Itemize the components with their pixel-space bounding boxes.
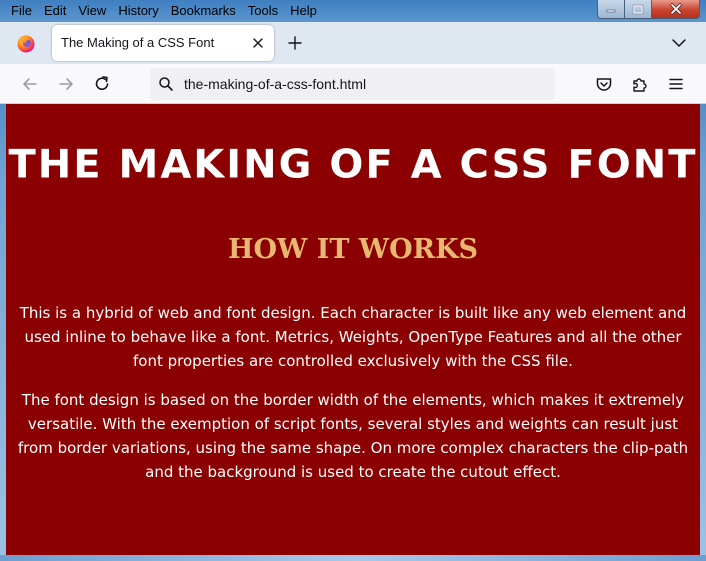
window-close-button[interactable] xyxy=(652,0,700,19)
menu-edit[interactable]: Edit xyxy=(38,0,72,22)
window-controls xyxy=(597,0,700,19)
menu-bookmarks[interactable]: Bookmarks xyxy=(165,0,242,22)
close-icon[interactable] xyxy=(251,36,265,50)
page-content: THE MAKING OF A CSS FONT HOW IT WORKS Th… xyxy=(6,104,700,555)
menu-view[interactable]: View xyxy=(72,0,112,22)
firefox-icon xyxy=(17,35,35,53)
window-bottom-border xyxy=(0,555,706,561)
paragraph-intro: This is a hybrid of web and font design.… xyxy=(19,304,687,370)
menu-help[interactable]: Help xyxy=(284,0,323,22)
tab-title: The Making of a CSS Font xyxy=(61,35,215,50)
section-heading: HOW IT WORKS xyxy=(227,234,479,265)
chevron-down-icon[interactable] xyxy=(671,36,687,50)
menu-history[interactable]: History xyxy=(112,0,164,22)
minimize-icon xyxy=(606,9,616,13)
arrow-right-icon[interactable] xyxy=(56,74,76,94)
navigation-toolbar: the-making-of-a-css-font.html xyxy=(0,64,706,104)
tab-active[interactable]: The Making of a CSS Font xyxy=(52,25,274,61)
puzzle-icon[interactable] xyxy=(630,74,650,94)
arrow-left-icon[interactable] xyxy=(20,74,40,94)
hamburger-icon[interactable] xyxy=(666,74,686,94)
menu-items: File Edit View History Bookmarks Tools H… xyxy=(5,0,323,22)
paragraph-design: The font design is based on the border w… xyxy=(17,391,689,481)
url-text[interactable]: the-making-of-a-css-font.html xyxy=(184,68,366,100)
browser-window: File Edit View History Bookmarks Tools H… xyxy=(0,0,706,561)
search-icon xyxy=(159,77,173,91)
maximize-icon xyxy=(632,4,644,14)
maximize-button[interactable] xyxy=(625,0,652,19)
menu-file[interactable]: File xyxy=(5,0,38,22)
close-icon xyxy=(669,3,682,15)
tab-strip: The Making of a CSS Font xyxy=(0,22,706,64)
reload-icon[interactable] xyxy=(92,74,112,94)
pocket-icon[interactable] xyxy=(594,74,614,94)
page-title: THE MAKING OF A CSS FONT xyxy=(8,142,698,188)
minimize-button[interactable] xyxy=(597,0,625,19)
plus-icon[interactable] xyxy=(287,35,303,51)
menu-tools[interactable]: Tools xyxy=(242,0,284,22)
url-bar[interactable]: the-making-of-a-css-font.html xyxy=(150,68,555,100)
menu-bar: File Edit View History Bookmarks Tools H… xyxy=(0,0,706,22)
